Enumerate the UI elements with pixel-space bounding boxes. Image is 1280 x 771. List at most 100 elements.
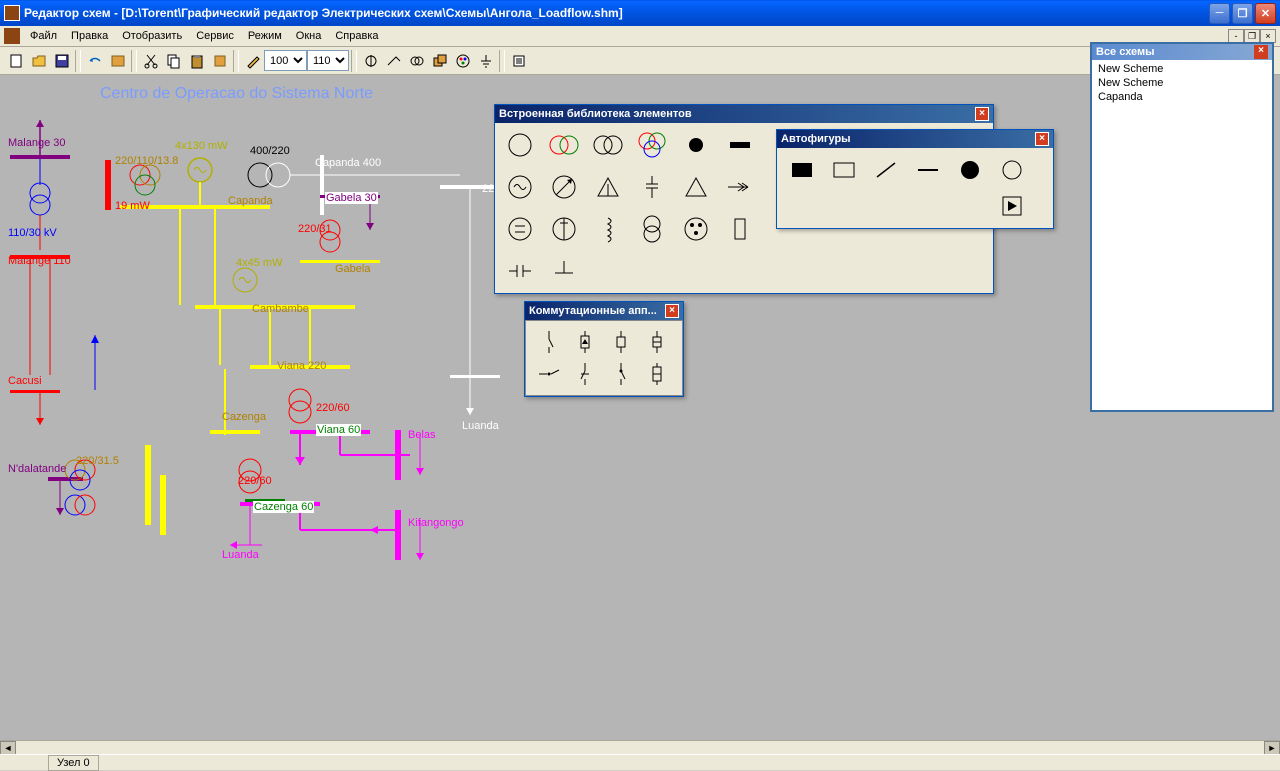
scheme-item-2[interactable]: New Scheme <box>1096 76 1268 90</box>
elem-rect[interactable] <box>721 213 759 245</box>
menubar: Файл Правка Отобразить Сервис Режим Окна… <box>0 26 1280 47</box>
palette-library-title[interactable]: Встроенная библиотека элементов × <box>495 105 993 123</box>
label-220-110: 220/110/13.8 <box>115 155 178 167</box>
zoom-select-1[interactable]: 100 <box>264 50 307 71</box>
shape-circle[interactable] <box>993 154 1031 186</box>
elem-2circ[interactable] <box>589 129 627 161</box>
palette-switches-close[interactable]: × <box>665 304 679 318</box>
hscroll-right[interactable]: ► <box>1264 741 1280 755</box>
paste-button[interactable] <box>185 50 208 72</box>
palette-library-close[interactable]: × <box>975 107 989 121</box>
elem-eq[interactable] <box>501 213 539 245</box>
menu-display[interactable]: Отобразить <box>116 28 188 44</box>
undo-button[interactable] <box>83 50 106 72</box>
label-110-30: 110/30 kV <box>8 227 57 239</box>
hscroll-track[interactable] <box>16 741 1264 754</box>
label-400-220: 400/220 <box>250 145 290 157</box>
dock-all-schemes[interactable]: Все схемы × New Scheme New Scheme Capand… <box>1090 42 1274 412</box>
menu-help[interactable]: Справка <box>329 28 384 44</box>
elem-2circ-color[interactable] <box>545 129 583 161</box>
cut-button[interactable] <box>139 50 162 72</box>
menu-mode[interactable]: Режим <box>242 28 288 44</box>
mdi-minimize[interactable]: - <box>1228 29 1244 43</box>
hscrollbar[interactable]: ◄ ► <box>0 740 1280 754</box>
color-button[interactable] <box>451 50 474 72</box>
palette-switches[interactable]: Коммутационные апп... × <box>524 301 684 397</box>
dock-title[interactable]: Все схемы × <box>1092 44 1272 60</box>
elem-arrow[interactable] <box>721 171 759 203</box>
minimize-button[interactable]: ─ <box>1209 3 1230 24</box>
canvas[interactable]: Centro de Operacao do Sistema Norte <box>0 75 1280 740</box>
tool-c[interactable] <box>428 50 451 72</box>
palette-switches-title[interactable]: Коммутационные апп... × <box>525 302 683 320</box>
shape-tri-play[interactable] <box>993 190 1031 222</box>
circles-button[interactable] <box>405 50 428 72</box>
sw-1[interactable] <box>532 327 566 357</box>
sw-8[interactable] <box>640 359 674 389</box>
elem-circle[interactable] <box>501 129 539 161</box>
elem-dot[interactable] <box>677 129 715 161</box>
label-viana220: Viana 220 <box>277 360 326 372</box>
maximize-button[interactable]: ❐ <box>1232 3 1253 24</box>
sw-7[interactable] <box>604 359 638 389</box>
menu-edit[interactable]: Правка <box>65 28 114 44</box>
elem-3circ[interactable] <box>633 129 671 161</box>
menu-file[interactable]: Файл <box>24 28 63 44</box>
elem-coil[interactable] <box>589 213 627 245</box>
sw-5[interactable] <box>532 359 566 389</box>
scheme-item-3[interactable]: Capanda <box>1096 90 1268 104</box>
label-19mw: 19 mW <box>115 200 150 212</box>
ground-button[interactable] <box>474 50 497 72</box>
shape-line[interactable] <box>909 154 947 186</box>
hscroll-left[interactable]: ◄ <box>0 741 16 755</box>
mdi-close[interactable]: × <box>1260 29 1276 43</box>
label-malange30: Malange 30 <box>8 137 66 149</box>
node-button[interactable] <box>359 50 382 72</box>
elem-bar[interactable] <box>721 129 759 161</box>
shape-rect[interactable] <box>825 154 863 186</box>
pencil-button[interactable] <box>241 50 264 72</box>
status-text: Узел 0 <box>48 755 99 771</box>
elem-cap2[interactable] <box>501 255 539 287</box>
sw-3[interactable] <box>604 327 638 357</box>
elem-cap[interactable] <box>633 171 671 203</box>
elem-circ-dots[interactable] <box>677 213 715 245</box>
mdi-restore[interactable]: ❐ <box>1244 29 1260 43</box>
list-button[interactable] <box>507 50 530 72</box>
elem-tri[interactable] <box>589 171 627 203</box>
save-button[interactable] <box>50 50 73 72</box>
elem-arrow-circ[interactable] <box>545 171 583 203</box>
label-4x130: 4x130 mW <box>175 140 228 152</box>
app-icon <box>4 5 20 21</box>
tool-b[interactable] <box>208 50 231 72</box>
shape-circle-fill[interactable] <box>951 154 989 186</box>
palette-autoshapes-close[interactable]: × <box>1035 132 1049 146</box>
palette-autoshapes-title[interactable]: Автофигуры × <box>777 130 1053 148</box>
line-button[interactable] <box>382 50 405 72</box>
copy-button[interactable] <box>162 50 185 72</box>
shape-rect-fill[interactable] <box>783 154 821 186</box>
menu-windows[interactable]: Окна <box>290 28 328 44</box>
dock-close[interactable]: × <box>1254 45 1268 59</box>
menu-service[interactable]: Сервис <box>190 28 240 44</box>
tool-a[interactable] <box>106 50 129 72</box>
elem-source[interactable] <box>501 171 539 203</box>
sw-2[interactable] <box>568 327 602 357</box>
close-button[interactable]: ✕ <box>1255 3 1276 24</box>
zoom-select-2[interactable]: 110 <box>307 50 349 71</box>
window-title: Редактор схем - [D:\Torent\Графический р… <box>24 6 1209 20</box>
elem-2circ-v[interactable] <box>633 213 671 245</box>
scheme-item-1[interactable]: New Scheme <box>1096 62 1268 76</box>
open-button[interactable] <box>27 50 50 72</box>
label-cazenga60: Cazenga 60 <box>253 501 314 513</box>
elem-circline[interactable] <box>545 213 583 245</box>
palette-autoshapes[interactable]: Автофигуры × <box>776 129 1054 229</box>
new-button[interactable] <box>4 50 27 72</box>
sw-4[interactable] <box>640 327 674 357</box>
elem-tri2[interactable] <box>677 171 715 203</box>
elem-gnd[interactable] <box>545 255 583 287</box>
shape-line-diag[interactable] <box>867 154 905 186</box>
sw-6[interactable] <box>568 359 602 389</box>
label-luanda2: Luanda <box>462 420 499 432</box>
label-kifangongo: Kifangongo <box>408 517 464 529</box>
